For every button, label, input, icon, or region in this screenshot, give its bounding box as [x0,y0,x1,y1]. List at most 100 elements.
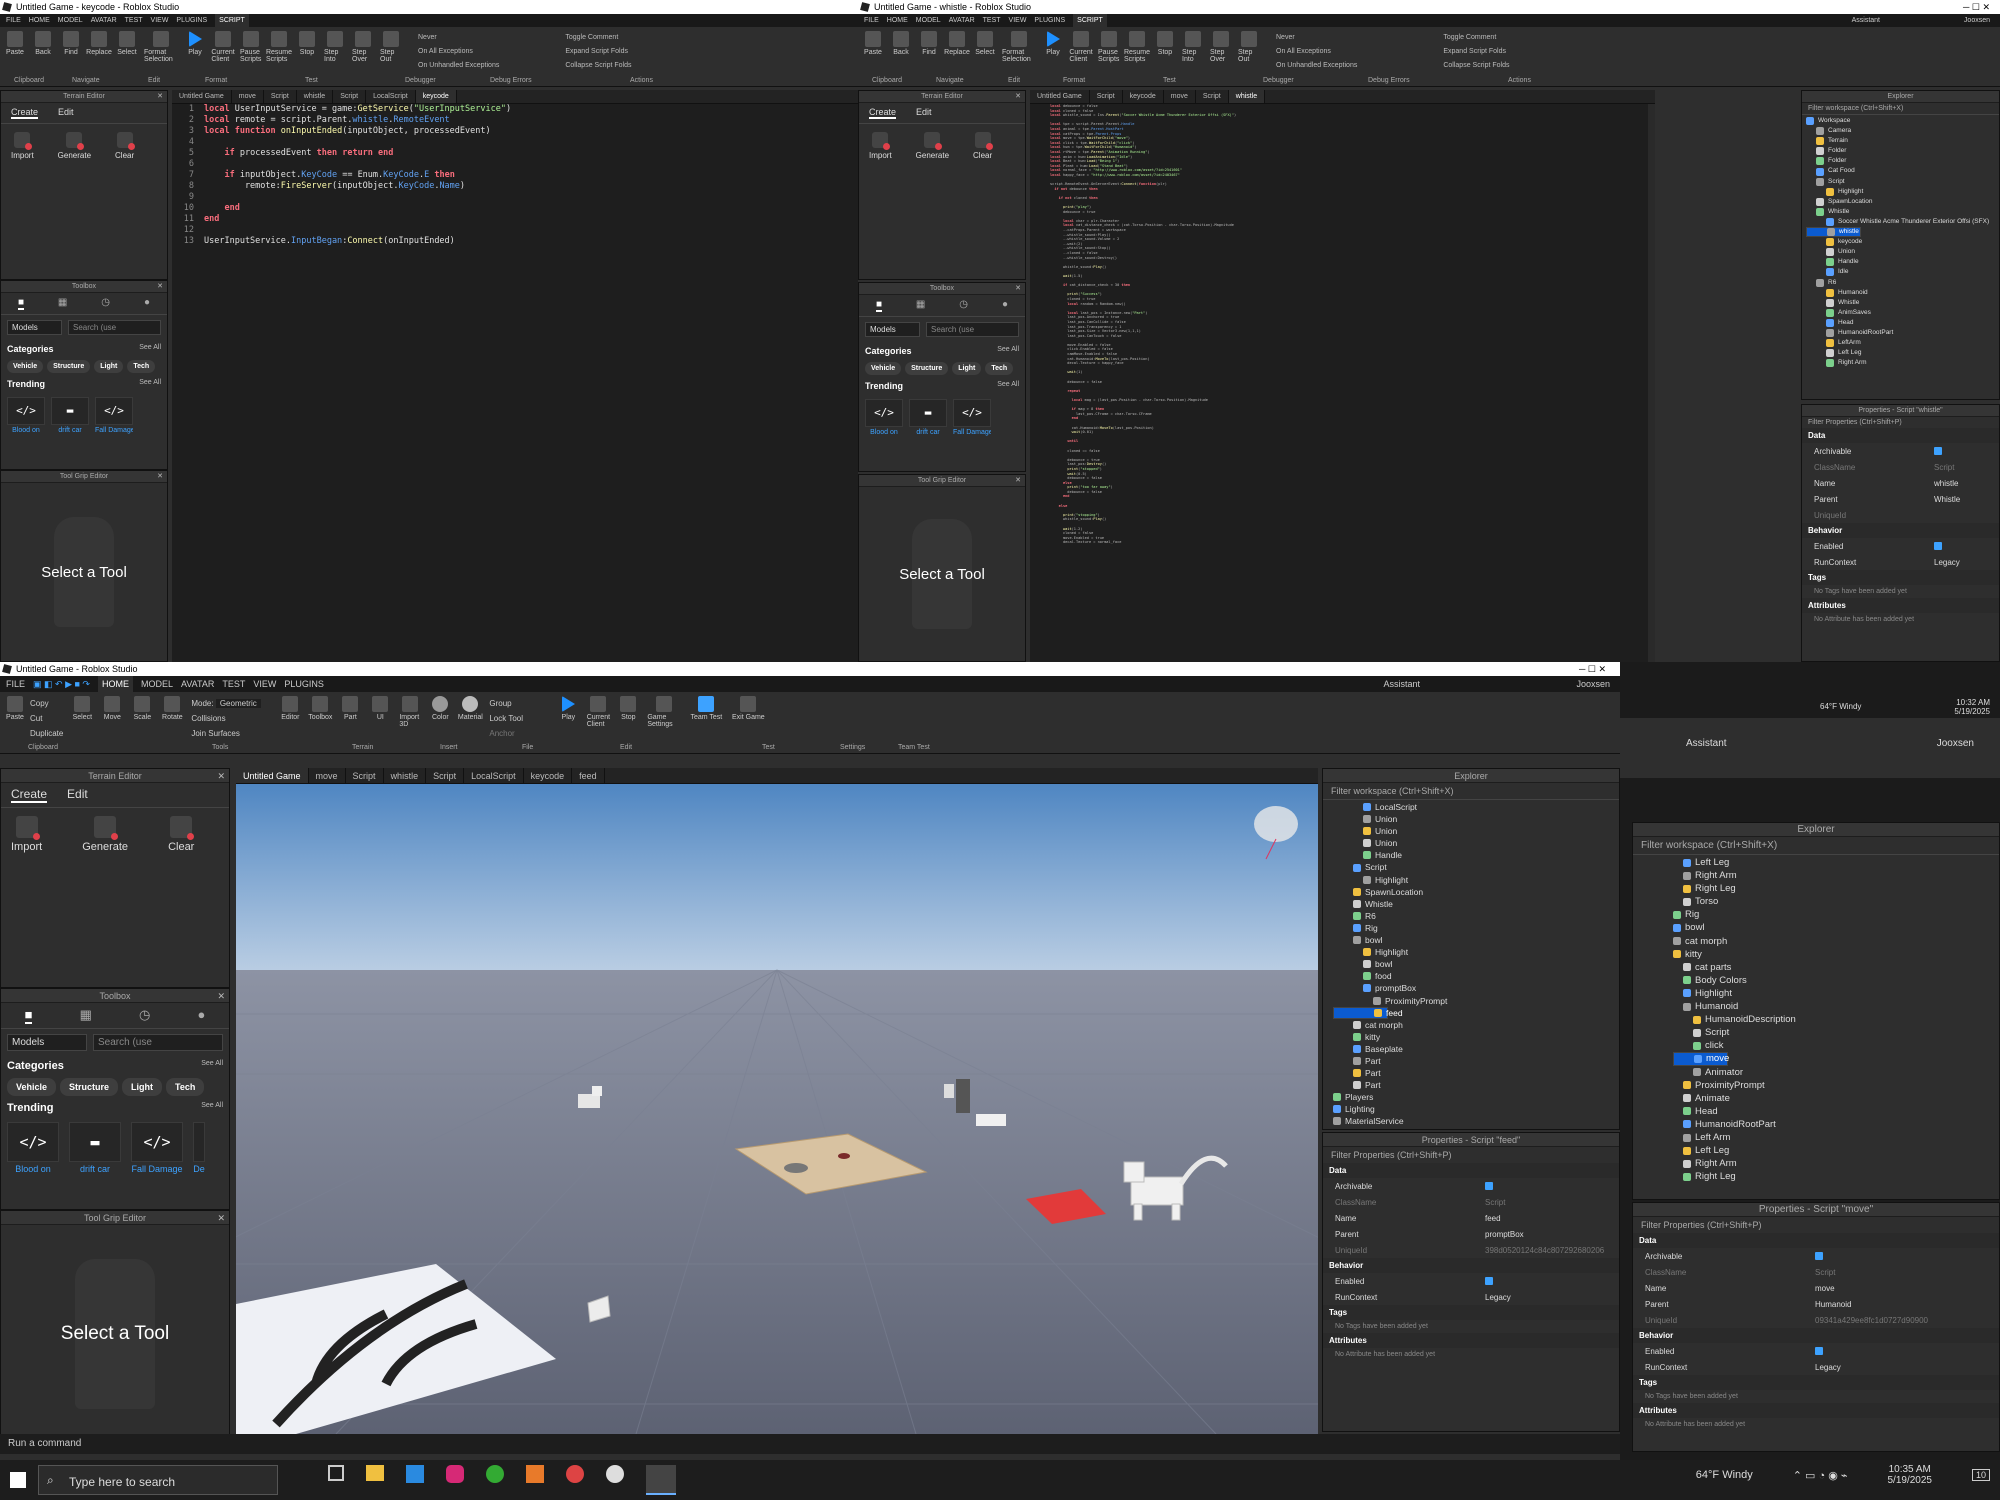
trend-item[interactable]: De [193,1122,205,1174]
explorer-item[interactable]: Animator [1673,1066,1959,1079]
rotate-tool-button[interactable]: Rotate [161,696,183,721]
explorer-item[interactable]: Highlight [1673,987,1959,1000]
paste-button[interactable]: Paste [4,696,26,741]
explorer-item[interactable]: Left Leg [1673,1144,1959,1157]
user-name[interactable]: Jooxsen [1964,14,1990,27]
tab-move[interactable]: move [232,90,264,103]
import-button[interactable]: Import [869,132,892,160]
menu-home[interactable]: HOME [97,676,133,692]
explorer-item[interactable]: R6 [1806,278,1995,288]
prop-archivable[interactable]: Archivable [1323,1178,1619,1194]
resume-scripts-button[interactable]: Resume Scripts [1124,31,1150,63]
trend-item[interactable]: </> Fall Damage [95,397,133,434]
close-icon[interactable]: ✕ [1015,475,1021,487]
menu-avatar[interactable]: AVATAR [949,14,975,27]
explorer-item[interactable]: Highlight [1806,187,1995,197]
creations-tab-icon[interactable]: ● [1002,299,1008,312]
chrome-icon[interactable] [486,1465,504,1483]
windows-start-icon[interactable] [10,1472,26,1488]
explorer-item[interactable]: Whistle [1806,298,1995,308]
stop-button[interactable]: Stop [296,31,318,56]
tab-script[interactable]: Script [346,768,384,783]
explorer-item[interactable]: Part [1333,1055,1609,1067]
explorer-item[interactable]: SpawnLocation [1333,886,1609,898]
properties-filter-input[interactable]: Filter Properties (Ctrl+Shift+P) [1323,1147,1619,1163]
debug-never-radio[interactable]: Never [1276,31,1357,45]
expand-folds-button[interactable]: Expand Script Folds [565,45,631,59]
resume-scripts-button[interactable]: Resume Scripts [266,31,292,63]
prop-runcontext[interactable]: RunContext Legacy [1802,554,1999,570]
see-all-link[interactable]: See All [201,1102,223,1114]
collapse-folds-button[interactable]: Collapse Script Folds [565,59,631,73]
explorer-item[interactable]: LocalScript [1333,801,1609,813]
stop-button[interactable]: Stop [617,696,639,721]
play-button[interactable]: Play [557,696,579,721]
generate-button[interactable]: Generate [916,132,949,160]
game-settings-button[interactable]: Game Settings [647,696,681,728]
replace-button[interactable]: Replace [944,31,970,56]
chip-tech[interactable]: Tech [985,362,1014,375]
find-button[interactable]: Find [60,31,82,56]
explorer-item[interactable]: Soccer Whistle Acme Thunderer Exterior O… [1806,217,1995,227]
play-button[interactable]: Play [184,31,206,56]
trend-item[interactable]: </> Fall Damage [953,399,991,436]
debug-unhandled-radio[interactable]: On Unhandled Exceptions [1276,59,1357,73]
debug-all-exceptions-radio[interactable]: On All Exceptions [1276,45,1357,59]
chip-light[interactable]: Light [952,362,982,375]
debug-unhandled-radio[interactable]: On Unhandled Exceptions [418,59,499,73]
tab-create[interactable]: Create [869,107,897,119]
generate-button[interactable]: Generate [58,132,91,160]
select-button[interactable]: Select [974,31,996,56]
explorer-item[interactable]: Body Colors [1673,974,1959,987]
properties-filter-input[interactable]: Filter Properties (Ctrl+Shift+P) [1633,1217,1999,1233]
color-button[interactable]: Color [429,696,451,721]
recent-tab-icon[interactable]: ◷ [139,1007,150,1024]
prop-enabled[interactable]: Enabled [1633,1343,1999,1359]
explorer-item[interactable]: Lighting [1333,1103,1609,1115]
explorer-item[interactable]: bowl [1333,934,1609,946]
tab-whistle[interactable]: whistle [1228,90,1266,103]
explorer-item[interactable]: bowl [1673,921,1959,934]
close-icon[interactable]: ✕ [157,91,163,103]
tab-whistle[interactable]: whistle [384,768,427,783]
explorer-item[interactable]: Humanoid [1806,288,1995,298]
import-button[interactable]: Import [11,816,42,853]
tab-script[interactable]: Script [1196,90,1229,103]
command-bar[interactable]: Run a command [0,1434,1620,1454]
chip-light[interactable]: Light [94,360,124,373]
explorer-item[interactable]: Right Arm [1806,358,1995,368]
taskbar-search-input[interactable]: ⌕ Type here to search [38,1465,278,1495]
chip-structure[interactable]: Structure [47,360,91,373]
explorer-item[interactable]: Script [1673,1026,1959,1039]
paste-button[interactable]: Paste [862,31,884,56]
assistant-button[interactable]: Assistant [1852,14,1880,27]
user-name[interactable]: Jooxsen [1576,676,1610,692]
inventory-tab-icon[interactable]: ■ [24,1007,33,1024]
tab-move[interactable]: move [1164,90,1196,103]
select-tool-button[interactable]: Select [71,696,93,721]
import-button[interactable]: Import [11,132,34,160]
explorer-item[interactable]: Union [1333,813,1609,825]
menu-test[interactable]: TEST [222,676,245,692]
close-icon[interactable]: ✕ [217,1211,225,1225]
trend-item[interactable]: ▬ drift car [909,399,947,436]
join-surfaces-checkbox[interactable]: Join Surfaces [191,726,271,741]
material-button[interactable]: Material [458,696,483,721]
tab-edit[interactable]: Edit [67,787,88,803]
section-behavior[interactable]: Behavior [1323,1258,1619,1273]
explorer-item[interactable]: Script [1806,177,1995,187]
checkbox-checked-icon[interactable] [1934,542,1942,550]
exit-game-button[interactable]: Exit Game [731,696,765,721]
see-all-link[interactable]: See All [997,346,1019,356]
section-attributes[interactable]: Attributes [1633,1403,1999,1418]
tab-untitled-game[interactable]: Untitled Game [1030,90,1090,103]
tab-localscript[interactable]: LocalScript [464,768,524,783]
section-attributes[interactable]: Attributes [1323,1333,1619,1348]
explorer-item[interactable]: HumanoidDescription [1673,1013,1959,1026]
scale-tool-button[interactable]: Scale [131,696,153,721]
tab-feed[interactable]: feed [572,768,605,783]
prop-name[interactable]: Name whistle [1802,475,1999,491]
3d-viewport[interactable] [236,784,1318,1434]
explorer-item[interactable]: Terrain [1806,136,1995,146]
category-dropdown[interactable]: Models [7,1034,87,1051]
